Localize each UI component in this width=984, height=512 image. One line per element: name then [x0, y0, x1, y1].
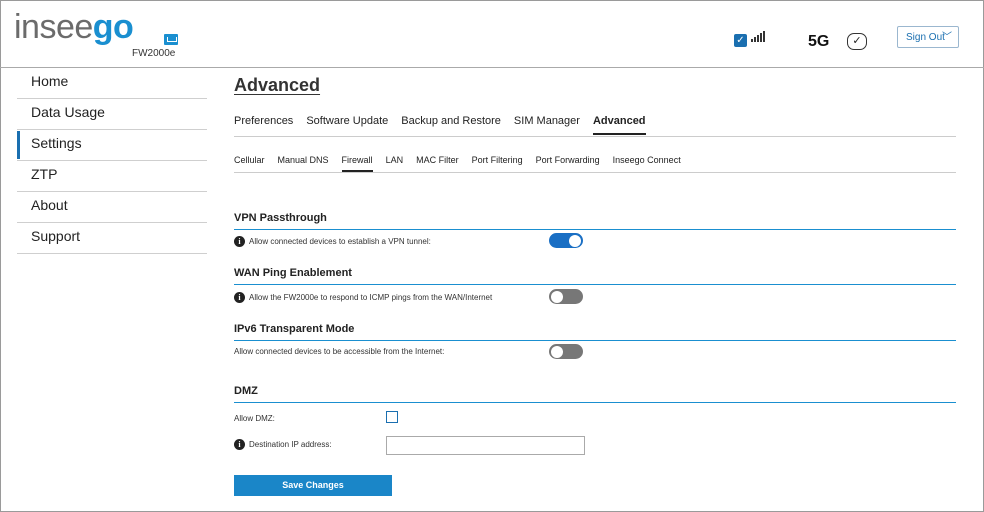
vpn-label: Allow connected devices to establish a V… [249, 237, 431, 246]
settings-tabs: Preferences Software Update Backup and R… [234, 112, 956, 137]
subtab-port-filtering[interactable]: Port Filtering [472, 154, 523, 172]
ipv6-section-title: IPv6 Transparent Mode [234, 323, 355, 335]
sim-check-icon: ✓ [847, 33, 867, 50]
page-title: Advanced [234, 75, 321, 95]
info-icon[interactable]: i [234, 439, 245, 450]
dmz-section-title: DMZ [234, 385, 258, 397]
vpn-toggle[interactable] [549, 233, 583, 248]
signal-bars-icon [751, 31, 765, 42]
subtab-port-forwarding[interactable]: Port Forwarding [536, 154, 600, 172]
wan-ping-label: Allow the FW2000e to respond to ICMP pin… [249, 293, 493, 302]
dmz-ip-input[interactable] [386, 436, 585, 455]
wan-ping-divider [234, 284, 956, 285]
subtab-firewall[interactable]: Firewall [341, 154, 373, 172]
tab-sim-manager[interactable]: SIM Manager [514, 112, 580, 136]
ipv6-row: Allow connected devices to be accessible… [234, 347, 444, 356]
advanced-subtabs: Cellular Manual DNS Firewall LAN MAC Fil… [234, 154, 956, 173]
subtab-cellular[interactable]: Cellular [234, 154, 265, 172]
toggle-knob [551, 290, 563, 303]
subtab-mac-filter[interactable]: MAC Filter [416, 154, 459, 172]
allow-dmz-row: Allow DMZ: [234, 414, 275, 423]
dmz-divider [234, 402, 956, 403]
sign-out-label: Sign Out [906, 32, 945, 43]
device-model: FW2000e [132, 48, 176, 59]
dmz-ip-row: i Destination IP address: [234, 439, 332, 450]
sidebar-item-data-usage[interactable]: Data Usage [17, 99, 207, 130]
save-changes-button[interactable]: Save Changes [234, 475, 392, 496]
sidebar-item-about[interactable]: About [17, 192, 207, 223]
tab-preferences[interactable]: Preferences [234, 112, 293, 136]
wan-ping-row: i Allow the FW2000e to respond to ICMP p… [234, 292, 492, 303]
ipv6-toggle[interactable] [549, 344, 583, 359]
header-bar: inseego FW2000e ✓ 5G ✓ Sign Out ﹀ [0, 0, 984, 68]
sidebar-item-support[interactable]: Support [17, 223, 207, 254]
vpn-row: i Allow connected devices to establish a… [234, 236, 431, 247]
info-icon[interactable]: i [234, 292, 245, 303]
wan-ping-section-title: WAN Ping Enablement [234, 267, 352, 279]
sign-out-button[interactable]: Sign Out ﹀ [897, 26, 959, 48]
vpn-section-title: VPN Passthrough [234, 212, 327, 224]
vpn-divider [234, 229, 956, 230]
info-icon[interactable]: i [234, 236, 245, 247]
network-type: 5G [808, 33, 830, 50]
sidebar-item-home[interactable]: Home [17, 68, 207, 99]
toggle-knob [551, 345, 563, 358]
ethernet-icon [164, 34, 178, 45]
sidebar-nav: Home Data Usage Settings ZTP About Suppo… [17, 68, 207, 254]
tab-software-update[interactable]: Software Update [306, 112, 388, 136]
ipv6-label: Allow connected devices to be accessible… [234, 347, 445, 356]
dmz-ip-label: Destination IP address: [249, 440, 332, 449]
subtab-manual-dns[interactable]: Manual DNS [278, 154, 329, 172]
sidebar-item-settings[interactable]: Settings [17, 130, 207, 161]
allow-dmz-label: Allow DMZ: [234, 414, 275, 423]
toggle-knob [569, 234, 581, 247]
subtab-lan[interactable]: LAN [386, 154, 404, 172]
tab-backup-restore[interactable]: Backup and Restore [401, 112, 501, 136]
subtab-inseego-connect[interactable]: Inseego Connect [613, 154, 681, 172]
wifi-check-icon: ✓ [734, 34, 747, 47]
sidebar-item-ztp[interactable]: ZTP [17, 161, 207, 192]
allow-dmz-checkbox[interactable] [386, 411, 398, 423]
tab-advanced[interactable]: Advanced [592, 112, 646, 136]
chevron-down-icon: ﹀ [942, 32, 952, 43]
ipv6-divider [234, 340, 956, 341]
wan-ping-toggle[interactable] [549, 289, 583, 304]
inseego-logo: inseego [14, 8, 134, 46]
